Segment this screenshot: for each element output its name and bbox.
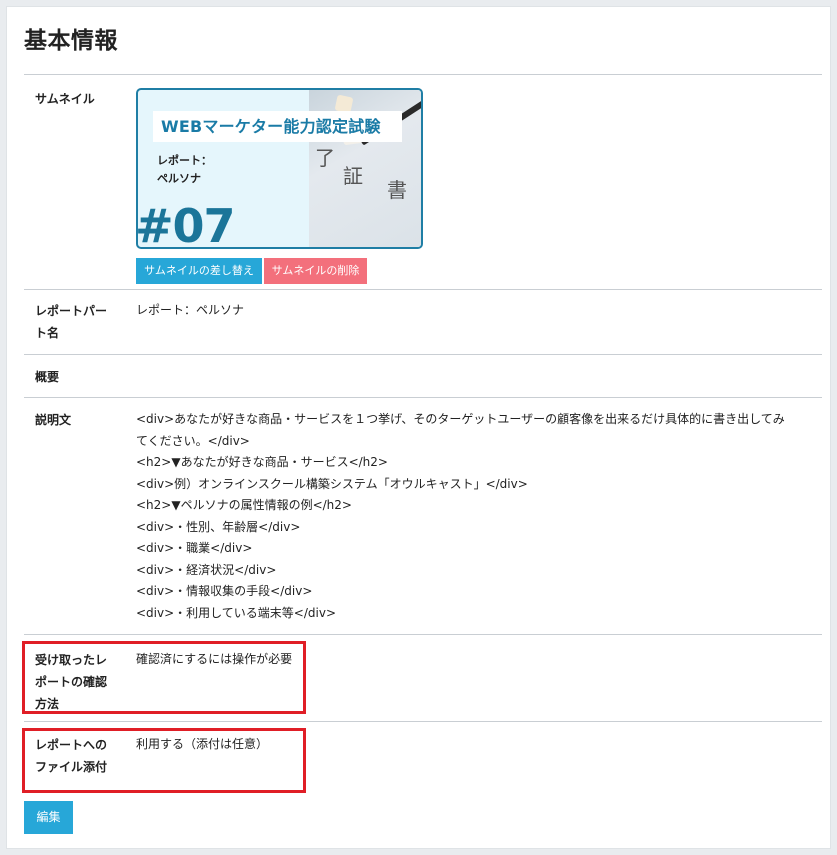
report-part-label: レポートパー ト名 [35,300,119,344]
description-line: <div>あなたが好きな商品・サービスを１つ挙げ、そのターゲットユーザーの顧客像… [136,412,785,426]
label-line: ト名 [35,326,60,340]
label-line: ポートの確認 [35,675,108,689]
description-line: <div>・情報収集の手段</div> [136,584,313,598]
description-value: <div>あなたが好きな商品・サービスを１つ挙げ、そのターゲットユーザーの顧客像… [136,409,821,624]
description-line: <h2>▼ペルソナの属性情報の例</h2> [136,498,352,512]
thumbnail-subtitle-line: ペルソナ [157,172,201,185]
attachment-label: レポートへの ファイル添付 [35,734,119,778]
label-line: 受け取ったレ [35,653,108,667]
edit-button[interactable]: 編集 [24,801,73,834]
summary-label: 概要 [35,370,60,384]
description-line: てください。</div> [136,433,250,448]
photo-char: 了 [315,146,335,170]
label-line: レポートパー [35,304,108,318]
divider [24,354,822,355]
delete-thumbnail-button[interactable]: サムネイルの削除 [264,258,367,284]
thumbnail-label: サムネイル [35,92,95,106]
thumbnail-subtitle-line: レポート： [157,154,212,167]
description-label: 説明文 [35,413,72,427]
label-line: 方法 [35,697,60,711]
confirmation-label: 受け取ったレ ポートの確認 方法 [35,649,119,715]
description-line: <div>例）オンラインスクール構築システム「オウルキャスト」</div> [136,476,528,491]
description-line: <div>・性別、年齢層</div> [136,519,301,534]
description-line: <h2>▼あなたが好きな商品・サービス</h2> [136,455,388,469]
thumbnail-subtitle: レポート： ペルソナ [157,152,277,188]
divider [24,721,822,722]
divider [24,289,822,290]
description-line: <div>・経済状況</div> [136,562,277,577]
divider [24,74,822,75]
label-line: ファイル添付 [35,760,108,774]
replace-thumbnail-button[interactable]: サムネイルの差し替え [136,258,262,284]
divider [24,397,822,398]
photo-char: 証 [343,164,363,188]
page-title: 基本情報 [24,28,118,54]
confirmation-value: 確認済にするには操作が必要 [136,652,293,666]
thumbnail-heading: WEBマーケター能力認定試験 [153,111,402,142]
description-line: <div>・利用している端末等</div> [136,605,337,620]
photo-char: 書 [387,178,407,202]
description-line: <div>・職業</div> [136,541,253,555]
divider [24,634,822,635]
label-line: レポートへの [35,738,108,752]
attachment-value: 利用する（添付は任意） [136,737,269,751]
thumbnail-number: #07 [136,199,236,249]
basic-info-card: 基本情報 サムネイル 了 証 書 WEBマーケター能力認定試験 レポート： ペル… [6,6,831,849]
report-part-value: レポート：ペルソナ [136,303,245,317]
thumbnail-image: 了 証 書 WEBマーケター能力認定試験 レポート： ペルソナ #07 [136,88,423,249]
